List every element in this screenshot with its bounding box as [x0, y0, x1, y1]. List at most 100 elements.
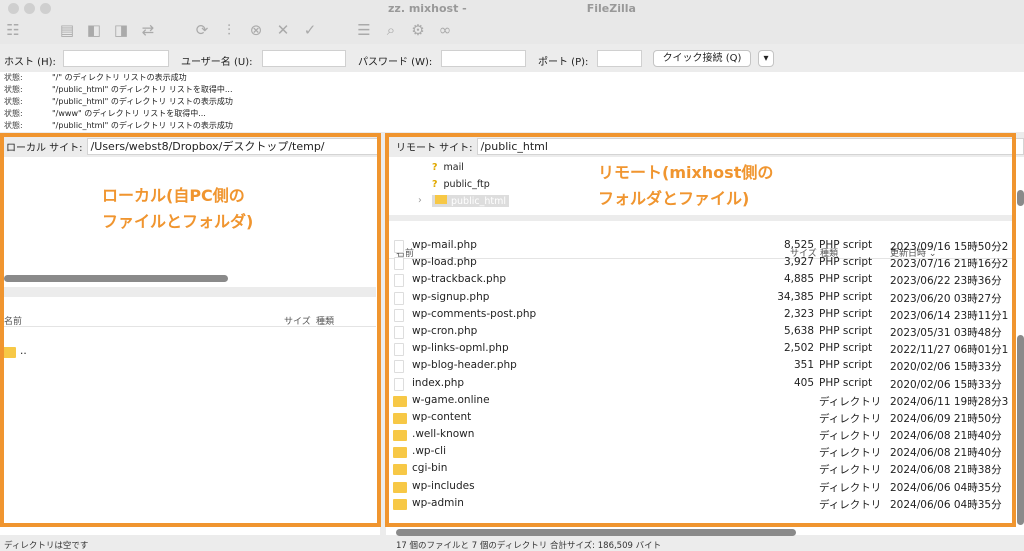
remote-file-row[interactable]: cgi-bin ディレクトリ 2024/06/08 21時38分: [386, 460, 1016, 477]
local-tree-icon[interactable]: ◧: [84, 21, 104, 39]
remote-file-row[interactable]: wp-includes ディレクトリ 2024/06/06 04時35分: [386, 478, 1016, 495]
tree-item-mail[interactable]: ? mail: [432, 162, 464, 173]
log-status: 状態:: [4, 121, 23, 130]
remote-file-row[interactable]: wp-signup.php 34,385 PHP script 2023/06/…: [386, 289, 1016, 306]
remote-file-row[interactable]: wp-admin ディレクトリ 2024/06/06 04時35分: [386, 495, 1016, 512]
file-modified: 2023/06/22 23時36分: [890, 275, 1002, 288]
remote-file-row[interactable]: wp-blog-header.php 351 PHP script 2020/0…: [386, 357, 1016, 374]
remote-tree[interactable]: ? mail ? public_ftp › public_html リモート(mix…: [386, 157, 1016, 215]
cancel-icon[interactable]: ⊗: [246, 21, 266, 39]
file-size: 8,525: [783, 239, 814, 251]
folder-icon: [393, 498, 407, 510]
binoculars-icon[interactable]: ∞: [435, 21, 455, 39]
quickconnect-button[interactable]: クイック接続 (Q): [653, 50, 751, 67]
disconnect-icon[interactable]: ✕: [273, 21, 293, 39]
tree-item-public-html[interactable]: public_html: [432, 195, 509, 207]
site-manager-icon[interactable]: ☷: [3, 21, 23, 39]
file-name: wp-cron.php: [412, 324, 478, 337]
file-type: PHP script: [819, 256, 873, 269]
log-message: "/" のディレクトリ リストの表示成功: [52, 73, 187, 82]
remote-file-row[interactable]: wp-content ディレクトリ 2024/06/09 21時50分: [386, 409, 1016, 426]
local-tree-scrollbar[interactable]: [4, 275, 228, 282]
port-label: ポート (P):: [538, 57, 589, 68]
remote-file-row[interactable]: .well-known ディレクトリ 2024/06/08 21時40分: [386, 426, 1016, 443]
password-input[interactable]: [441, 50, 526, 67]
quickconnect-bar: ホスト (H): ユーザー名 (U): パスワード (W): ポート (P): …: [0, 44, 1024, 72]
file-icon: [394, 377, 404, 391]
remote-tree-vscrollbar[interactable]: [1017, 190, 1024, 206]
file-type: PHP script: [819, 376, 873, 389]
folder-icon: [393, 447, 407, 459]
directory-compare-icon[interactable]: ☰: [354, 21, 374, 39]
file-modified: 2024/06/09 21時50分: [890, 412, 1002, 425]
file-modified: 2020/02/06 15時33分: [890, 361, 1002, 374]
remote-search-icon[interactable]: ⚙: [408, 21, 428, 39]
username-input[interactable]: [262, 50, 346, 67]
file-name: wp-load.php: [412, 256, 477, 269]
remote-file-row[interactable]: wp-cron.php 5,638 PHP script 2023/05/31 …: [386, 323, 1016, 340]
file-name: .well-known: [412, 428, 475, 441]
transfer-queue-icon[interactable]: ⇄: [138, 21, 158, 39]
unknown-folder-icon: ?: [432, 162, 438, 173]
remote-file-row[interactable]: wp-mail.php 8,525 PHP script 2023/09/16 …: [386, 237, 1016, 254]
local-path-input[interactable]: /Users/webst8/Dropbox/デスクトップ/temp/: [86, 137, 380, 155]
file-type: ディレクトリ: [819, 447, 882, 460]
file-type: PHP script: [819, 307, 873, 320]
log-row: 状態: "/public_html" のディレクトリ リストを取得中...: [0, 84, 1024, 96]
remote-site-bar: リモート サイト: /public_html: [386, 135, 1024, 157]
quickconnect-dropdown[interactable]: ▾: [758, 50, 774, 67]
log-row: 状態: "/www" のディレクトリ リストを取得中...: [0, 108, 1024, 120]
file-type: ディレクトリ: [819, 412, 882, 425]
file-icon: [394, 240, 404, 253]
file-modified: 2022/11/27 06時01分1: [890, 344, 1009, 357]
remote-file-row[interactable]: w-game.online ディレクトリ 2024/06/11 19時28分3: [386, 392, 1016, 409]
expand-chevron-icon[interactable]: ›: [418, 195, 422, 206]
file-name: wp-trackback.php: [412, 273, 507, 286]
remote-file-row[interactable]: wp-load.php 3,927 PHP script 2023/07/16 …: [386, 254, 1016, 271]
folder-icon: [2, 347, 16, 358]
local-annotation: ローカル(自PC側の ファイルとフォルダ): [102, 186, 254, 231]
unknown-folder-icon: ?: [432, 179, 438, 190]
port-input[interactable]: [597, 50, 642, 67]
file-size: 34,385: [777, 290, 814, 303]
file-modified: 2020/02/06 15時33分: [890, 378, 1002, 391]
remote-file-row[interactable]: wp-trackback.php 4,885 PHP script 2023/0…: [386, 271, 1016, 288]
remote-file-row[interactable]: .wp-cli ディレクトリ 2024/06/08 21時40分: [386, 443, 1016, 460]
remote-vscrollbar[interactable]: [1017, 335, 1024, 525]
file-name: index.php: [412, 376, 465, 389]
toolbar: ☷ ▤ ◧ ◨ ⇄ ⟳ ⫶ ⊗ ✕ ✓ ☰ ⌕ ⚙ ∞: [0, 17, 1024, 44]
folder-icon: [393, 464, 407, 476]
message-log-icon[interactable]: ▤: [57, 21, 77, 39]
host-input[interactable]: [63, 50, 169, 67]
file-size: 405: [793, 376, 814, 389]
local-col-name[interactable]: 名前: [4, 314, 22, 327]
local-site-label: ローカル サイト:: [6, 142, 83, 154]
local-file-row[interactable]: ..: [0, 343, 376, 360]
remote-pane: リモート サイト: /public_html ? mail ? public_ftp…: [386, 135, 1024, 536]
remote-file-row[interactable]: wp-comments-post.php 2,323 PHP script 20…: [386, 306, 1016, 323]
local-tree[interactable]: ローカル(自PC側の ファイルとフォルダ): [0, 157, 380, 282]
local-col-size[interactable]: サイズ: [284, 314, 311, 327]
remote-tree-icon[interactable]: ◨: [111, 21, 131, 39]
host-label: ホスト (H):: [4, 57, 56, 68]
reconnect-icon[interactable]: ✓: [300, 21, 320, 39]
local-col-type[interactable]: 種類: [316, 314, 334, 327]
local-site-bar: ローカル サイト: /Users/webst8/Dropbox/デスクトップ/t…: [0, 135, 380, 157]
file-name: wp-includes: [412, 479, 475, 492]
file-name: wp-admin: [412, 496, 464, 509]
tree-item-public-ftp[interactable]: ? public_ftp: [432, 179, 490, 190]
file-name: wp-links-opml.php: [412, 342, 509, 355]
file-size: 351: [793, 359, 814, 372]
folder-icon: [393, 395, 407, 407]
file-icon: [394, 274, 404, 288]
local-pane: ローカル サイト: /Users/webst8/Dropbox/デスクトップ/t…: [0, 135, 380, 535]
remote-file-row[interactable]: wp-links-opml.php 2,502 PHP script 2022/…: [386, 340, 1016, 357]
remote-hscrollbar[interactable]: [396, 529, 796, 536]
remote-file-row[interactable]: index.php 405 PHP script 2020/02/06 15時3…: [386, 375, 1016, 392]
refresh-icon[interactable]: ⟳: [192, 21, 212, 39]
sync-browse-icon[interactable]: ⌕: [381, 21, 401, 39]
remote-status: 17 個のファイルと 7 個のディレクトリ 合計サイズ: 186,509 バイト: [396, 541, 662, 551]
file-name: w-game.online: [412, 393, 490, 406]
filter-icon[interactable]: ⫶: [219, 21, 239, 39]
remote-path-input[interactable]: /public_html: [476, 137, 1024, 155]
